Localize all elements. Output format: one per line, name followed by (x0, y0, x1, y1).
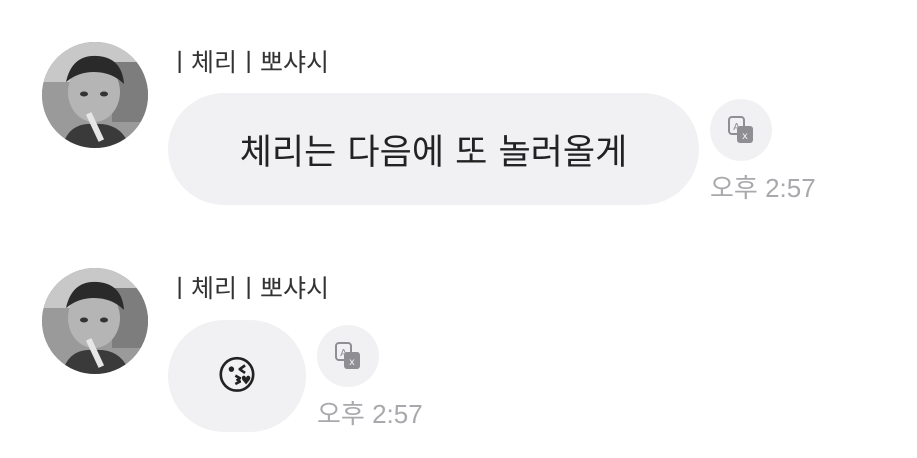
sender-avatar[interactable] (42, 42, 148, 148)
message-time: 오후 2:57 (317, 399, 423, 429)
svg-text:x: x (742, 131, 748, 142)
translate-icon: A x (335, 342, 360, 369)
svg-text:x: x (349, 357, 355, 368)
message-bubble[interactable]: 😘 (168, 320, 306, 432)
message-text: 체리는 다음에 또 놀러올게 (239, 132, 628, 173)
translate-button[interactable]: A x (317, 325, 379, 387)
sender-name: ㅣ체리ㅣ뽀샤시 (168, 274, 330, 303)
translate-icon: A x (728, 116, 753, 143)
translate-button[interactable]: A x (710, 99, 772, 161)
message-time: 오후 2:57 (710, 173, 816, 203)
sender-name: ㅣ체리ㅣ뽀샤시 (168, 48, 330, 77)
message-bubble[interactable]: 체리는 다음에 또 놀러올게 (168, 93, 699, 205)
message-emoji: 😘 (216, 353, 258, 399)
sender-avatar[interactable] (42, 268, 148, 374)
profile-photo-icon (42, 268, 148, 374)
chat-view: ㅣ체리ㅣ뽀샤시 체리는 다음에 또 놀러올게 A x 오후 2:57 ㅣ체리ㅣ뽀… (0, 0, 917, 458)
profile-photo-icon (42, 42, 148, 148)
